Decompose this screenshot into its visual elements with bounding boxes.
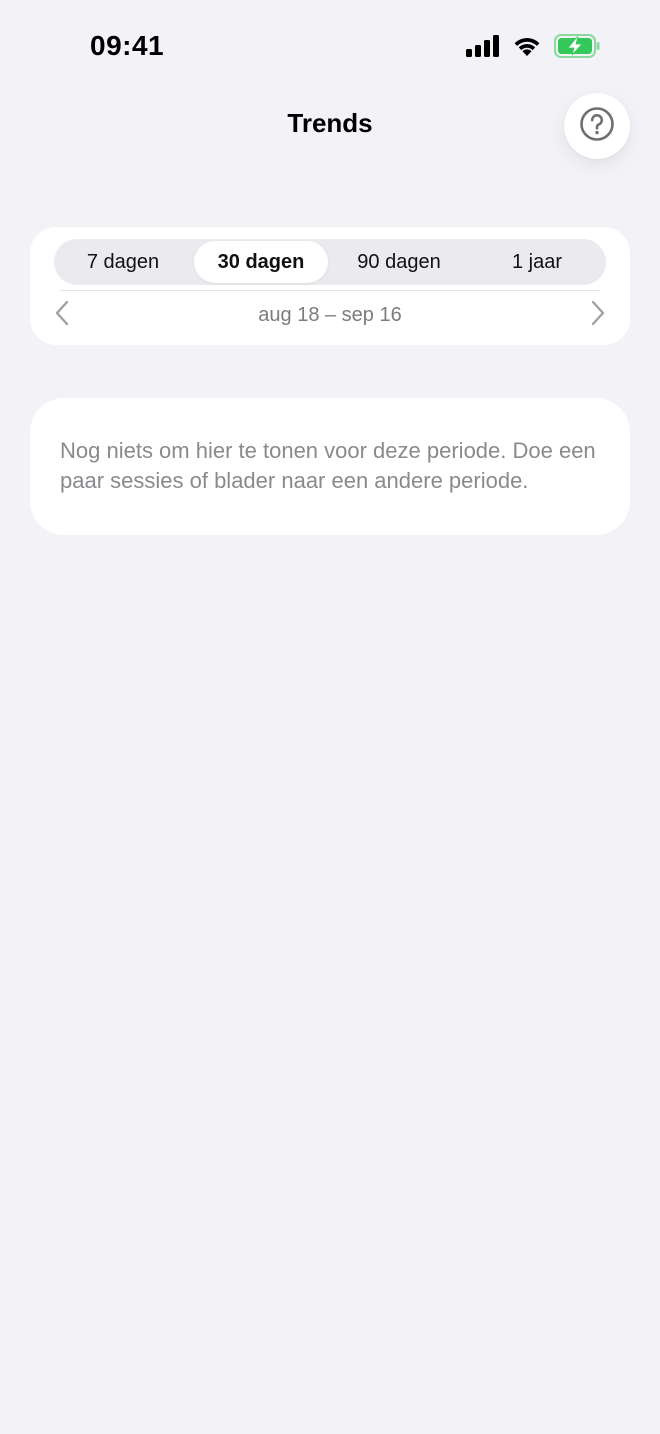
segment-90-dagen[interactable]: 90 dagen	[332, 241, 466, 283]
page-title: Trends	[287, 108, 373, 138]
chevron-left-icon	[54, 300, 70, 331]
wifi-icon	[512, 35, 542, 57]
chevron-right-icon	[590, 300, 606, 331]
divider	[60, 290, 600, 291]
date-range-row: aug 18 – sep 16	[30, 297, 630, 333]
period-card: 7 dagen 30 dagen 90 dagen 1 jaar aug 18 …	[30, 227, 630, 345]
signal-icon	[466, 35, 500, 57]
previous-period-button[interactable]	[50, 300, 74, 327]
segment-7-dagen[interactable]: 7 dagen	[56, 241, 190, 283]
question-circle-icon	[579, 106, 615, 147]
status-icons	[466, 34, 600, 58]
battery-charging-icon	[554, 34, 600, 58]
help-button[interactable]	[564, 93, 630, 159]
status-time: 09:41	[90, 30, 165, 61]
segment-30-dagen[interactable]: 30 dagen	[194, 241, 328, 283]
trends-screen: 09:41 Trends 7 dagen 30 dagen 90 dagen 1…	[0, 0, 660, 1434]
period-segmented-control: 7 dagen 30 dagen 90 dagen 1 jaar	[54, 239, 606, 285]
empty-state-card: Nog niets om hier te tonen voor deze per…	[30, 398, 630, 535]
empty-state-message: Nog niets om hier te tonen voor deze per…	[60, 438, 596, 493]
segment-1-jaar[interactable]: 1 jaar	[470, 241, 604, 283]
date-range-label: aug 18 – sep 16	[258, 303, 402, 326]
next-period-button[interactable]	[586, 300, 610, 327]
